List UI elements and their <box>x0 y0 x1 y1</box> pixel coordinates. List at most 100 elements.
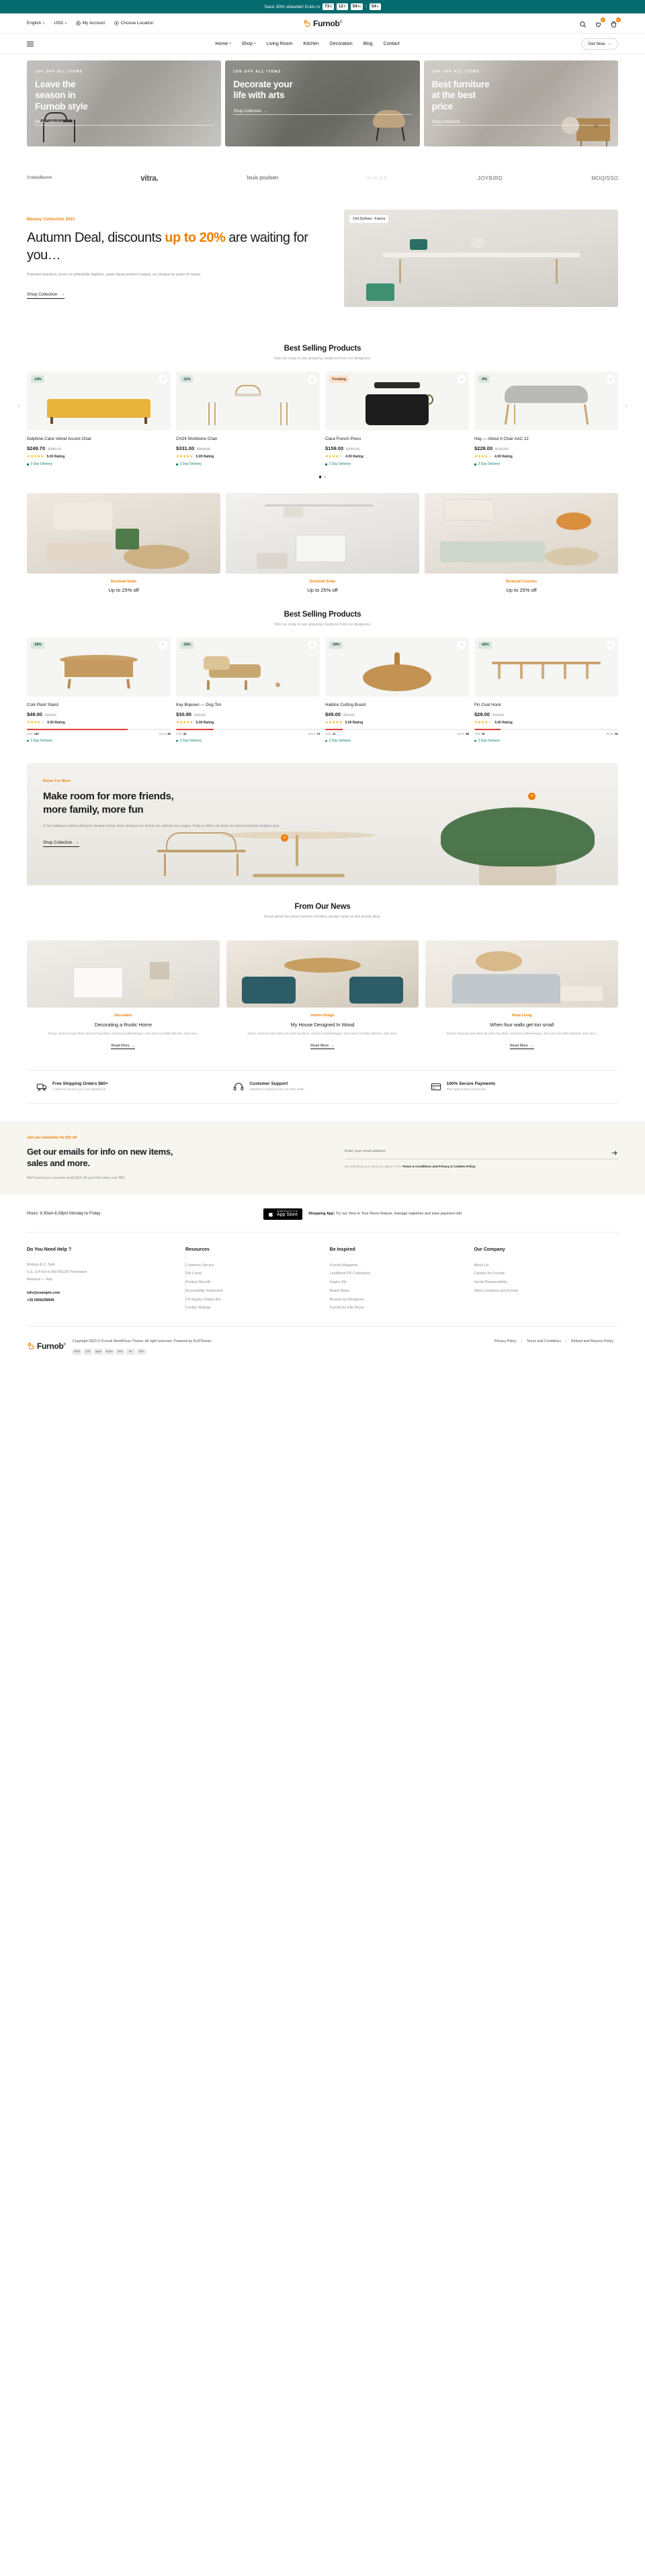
search-button[interactable] <box>579 19 587 28</box>
section-title: Best Selling Products <box>284 610 361 619</box>
menu-toggle-button[interactable] <box>27 41 34 46</box>
product-price-current: $30.95 <box>176 711 191 718</box>
news-card[interactable]: Decoration Decorating a Rustic Home Done… <box>27 940 220 1050</box>
read-more-button[interactable]: Read More → <box>509 1044 534 1050</box>
read-more-button[interactable]: Read More → <box>111 1044 136 1050</box>
product-card[interactable]: -11% CH24 Wishbone Chair $331.00 $368.00 <box>176 371 320 466</box>
arrow-right-icon: → <box>60 292 65 297</box>
footer-link[interactable]: Customer Service <box>185 1261 322 1270</box>
my-account-link[interactable]: My Account <box>76 21 105 26</box>
wishlist-toggle[interactable] <box>457 375 466 384</box>
shopping-app-text: Shopping App: Try our View in Your Room … <box>308 1212 463 1216</box>
category-card[interactable]: Sectional Couches Up to 25% off <box>425 492 618 593</box>
sold-label: Sold: 26 <box>176 732 187 736</box>
nav-item-contact[interactable]: Contact <box>384 42 400 46</box>
product-card[interactable]: -9% Hay — About A Chair AAC 22 $229.00 $… <box>474 371 618 466</box>
product-card[interactable]: -29% Cork Plant Stand $49.00 $69.00 ★★★★… <box>27 637 171 743</box>
nav-item-home[interactable]: Home ▾ <box>215 42 230 46</box>
carousel-dot-2[interactable] <box>324 476 327 478</box>
nav-item-shop[interactable]: Shop ▾ <box>242 42 256 46</box>
footer-link[interactable]: Accessibility Statement <box>185 1287 322 1296</box>
nav-item-decoration[interactable]: Decoration <box>330 42 353 46</box>
carousel-next-button[interactable]: › <box>621 401 631 410</box>
news-card[interactable]: Interior Design My House Designed In Woo… <box>226 940 419 1050</box>
footer-link[interactable]: Gift Cards <box>185 1270 322 1278</box>
product-name: Hay — About A Chair AAC 22 <box>474 437 529 441</box>
footer-hours: Hours: 9.30am-6.30pm Monday to Friday <box>27 1212 101 1216</box>
get-now-button[interactable]: Get Now → <box>581 38 618 50</box>
footer-link[interactable]: Brand News <box>330 1287 466 1296</box>
newsletter-submit-button[interactable] <box>611 1148 618 1155</box>
wishlist-toggle[interactable] <box>457 640 466 650</box>
hero-card-2[interactable]: 10% OFF ALL ITEMS Decorate your life wit… <box>225 60 420 146</box>
wishlist-toggle[interactable] <box>159 640 167 650</box>
currency-selector[interactable]: USD ▾ <box>54 21 67 26</box>
footer-link[interactable]: Social Responsibility <box>474 1278 610 1287</box>
cart-button[interactable]: 0 <box>610 17 621 28</box>
news-card[interactable]: Home Living When four walls get too smal… <box>425 940 619 1050</box>
footer-link[interactable]: Careers for Furnob <box>474 1270 610 1278</box>
terms-conditions-link[interactable]: Terms and Conditions <box>521 1339 566 1343</box>
footer-link[interactable]: Product Recalls <box>185 1278 322 1287</box>
hero-card-3[interactable]: 10% OFF ALL ITEMS Best furniture at the … <box>423 60 618 146</box>
refund-returns-link[interactable]: Refund and Returns Policy <box>565 1339 618 1343</box>
product-name: Kay Bojesen — Dog Tim <box>176 702 222 707</box>
read-more-button[interactable]: Read More → <box>310 1044 335 1050</box>
banner-cta-button[interactable]: Shop Collection → <box>43 840 79 848</box>
hero-cta-3[interactable]: Shop Collection → <box>431 120 610 126</box>
product-card[interactable]: -32% Kay Bojesen — Dog Tim $30.95 $45.95… <box>176 637 320 743</box>
footer-link[interactable]: CA Supply Chains Act <box>185 1296 322 1304</box>
footer-link[interactable]: Store Locations and Events <box>474 1287 610 1296</box>
footer-link[interactable]: LookBook FR Collections <box>330 1270 466 1278</box>
footer-link[interactable]: About Us <box>474 1261 610 1270</box>
wishlist-toggle[interactable] <box>159 375 167 384</box>
product-shipping: 3 Day Delivery <box>474 462 618 466</box>
category-card[interactable]: Sectional Sofas Up to 25% off <box>226 492 419 593</box>
product-card[interactable]: -29% Halldox Cutting Board $49.00 $69.00… <box>325 637 469 743</box>
wishlist-toggle[interactable] <box>606 375 615 384</box>
footer-link[interactable]: Browse by Designers <box>330 1296 466 1304</box>
rating-stars: ★★★★★ <box>474 721 492 725</box>
hero-cta-2[interactable]: Shop Collection → <box>233 109 412 115</box>
arrow-right-icon <box>611 1151 617 1155</box>
nav-item-kitchen[interactable]: Kitchen <box>303 42 318 46</box>
newsletter-email-input[interactable] <box>344 1149 611 1154</box>
language-selector[interactable]: English ▾ <box>27 21 44 26</box>
terms-link[interactable]: Terms & Conditions and Privacy & Cookies… <box>402 1165 476 1168</box>
choose-location-link[interactable]: Choose Location <box>114 21 154 26</box>
hero-cta-1[interactable]: Shop Collection → <box>35 120 214 126</box>
footer-link[interactable]: Inspire Me <box>330 1278 466 1287</box>
deal-cta-button[interactable]: Shop Collection → <box>27 292 65 299</box>
footer-logo[interactable]: Furnob® <box>27 1337 66 1355</box>
wishlist-toggle[interactable] <box>606 640 615 650</box>
category-card[interactable]: Sectional Sofas Up to 25% off <box>27 492 220 593</box>
carousel-dot-1[interactable] <box>318 476 321 478</box>
footer-link[interactable]: Furnob Magazine <box>330 1261 466 1270</box>
app-store-button[interactable]: DOWNLOAD ON THE App Store <box>263 1208 303 1220</box>
arrow-right-icon: → <box>462 120 466 125</box>
nav-item-blog[interactable]: Blog <box>363 42 373 46</box>
footer-link[interactable]: Furnob for Elle Decor <box>330 1304 466 1313</box>
product-card[interactable]: Trending Clara French Press $159.00 $189… <box>325 371 469 466</box>
footer-phone[interactable]: +39 0906258945 <box>27 1297 177 1304</box>
footer-email[interactable]: info@example.com <box>27 1290 177 1297</box>
section-subtitle: Visit our shop to see amazing creations … <box>273 622 372 627</box>
wishlist-button[interactable]: 0 <box>595 17 606 28</box>
footer-link[interactable]: Cookie Settings <box>185 1304 322 1313</box>
product-price: $30.95 $45.95 <box>176 711 320 717</box>
wishlist-toggle[interactable] <box>308 640 316 650</box>
payment-icon-visa: VISA <box>115 1348 124 1355</box>
product-stock: Sold: 26 Stock: 74 <box>176 729 320 736</box>
wishlist-toggle[interactable] <box>308 375 316 384</box>
nav-item-living-room[interactable]: Living Room <box>267 42 293 46</box>
section-title: From Our News <box>294 903 351 912</box>
product-card[interactable]: -14% Delphine Cane Velvet Accent Chair $… <box>27 371 171 466</box>
hero-card-1[interactable]: 10% OFF ALL ITEMS Leave the season in Fu… <box>27 60 222 146</box>
carousel-prev-button[interactable]: ‹ <box>14 401 24 410</box>
category-promos: Sectional Sofas Up to 25% off Sectional … <box>27 478 618 593</box>
location-pin-icon <box>114 21 119 26</box>
privacy-policy-link[interactable]: Privacy Policy <box>490 1339 521 1343</box>
site-logo[interactable]: Furnob® <box>303 19 342 28</box>
product-card[interactable]: -42% Fin Coat Hook $28.00 $48.00 ★★★★ ★ 4… <box>474 637 618 743</box>
hero-kicker-1: 10% OFF ALL ITEMS <box>35 70 83 74</box>
